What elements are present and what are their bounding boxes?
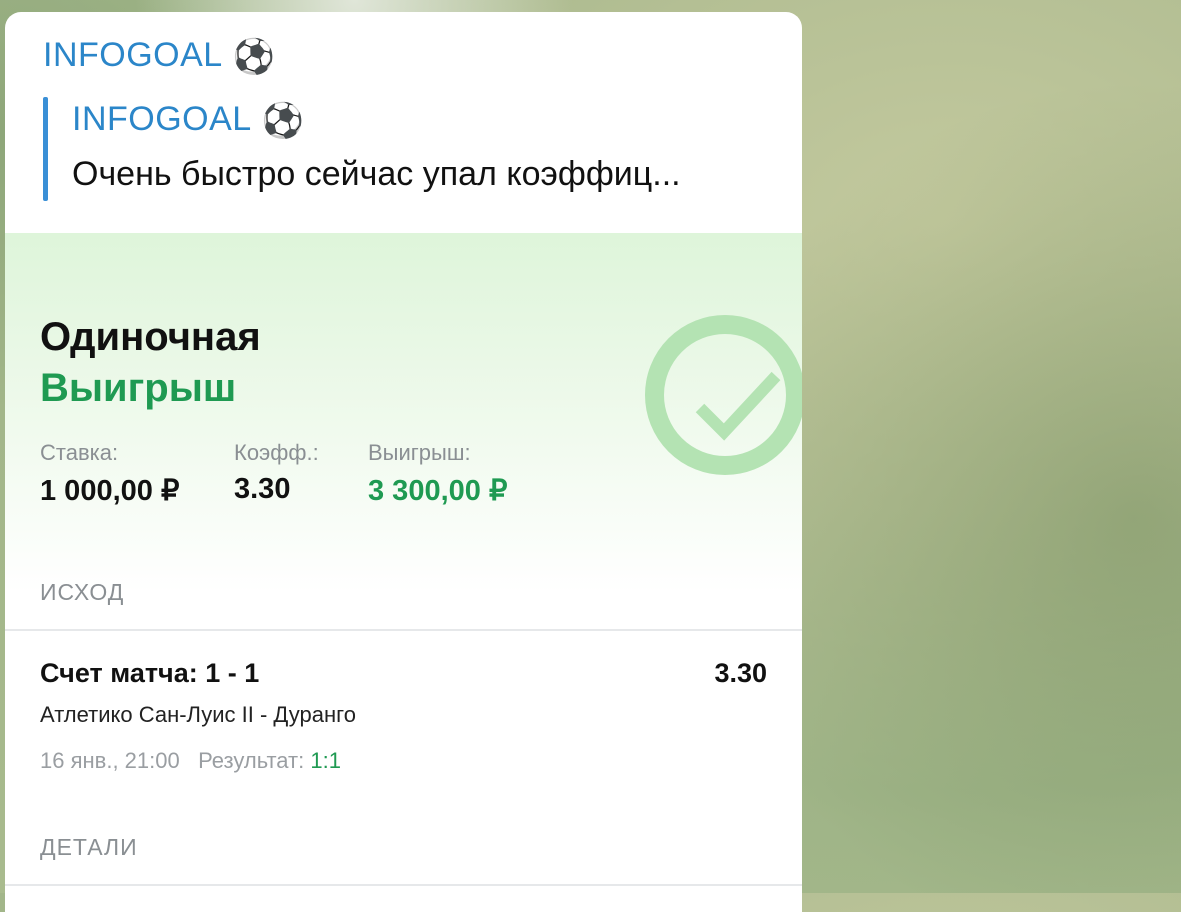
soccer-ball-icon: ⚽ xyxy=(232,38,276,76)
checkmark-icon xyxy=(695,371,781,441)
odds-label: Коэфф.: xyxy=(234,440,319,465)
result-label: Результат: xyxy=(198,748,305,773)
sender-name-text[interactable]: INFOGOAL xyxy=(43,36,223,74)
stake-label: Ставка: xyxy=(40,440,119,465)
odds-value: 3.30 xyxy=(234,473,291,505)
reply-sender: INFOGOAL ⚽ xyxy=(72,100,305,141)
bet-status: Выигрыш xyxy=(40,366,237,410)
match-datetime: 16 янв., 21:00 xyxy=(40,748,180,773)
bet-type: Одиночная xyxy=(40,315,261,359)
sender-name[interactable]: INFOGOAL ⚽ xyxy=(43,36,276,77)
bet-summary: Одиночная Выигрыш Ставка: 1 000,00 ₽ Коэ… xyxy=(5,233,802,593)
reply-sender-text: INFOGOAL xyxy=(72,100,252,138)
win-value: 3 300,00 ₽ xyxy=(368,475,508,507)
match-name: Атлетико Сан-Луис II - Дуранго xyxy=(40,702,356,727)
divider xyxy=(5,884,802,886)
stake-value: 1 000,00 ₽ xyxy=(40,475,180,507)
divider xyxy=(5,629,802,631)
match-meta: 16 янв., 21:00 Результат: 1:1 xyxy=(40,748,341,774)
outcome-title: Счет матча: 1 - 1 xyxy=(40,658,260,688)
reply-quote-bar xyxy=(43,97,48,201)
outcome-odds: 3.30 xyxy=(714,658,767,688)
details-section-title: ДЕТАЛИ xyxy=(40,834,138,860)
outcome-section-title: ИСХОД xyxy=(40,579,125,605)
check-circle-icon xyxy=(645,315,802,475)
result-value: 1:1 xyxy=(310,748,341,773)
soccer-ball-icon: ⚽ xyxy=(261,102,305,140)
win-label: Выигрыш: xyxy=(368,440,471,465)
reply-text: Очень быстро сейчас упал коэффиц... xyxy=(72,155,681,193)
message-bubble[interactable]: INFOGOAL ⚽ INFOGOAL ⚽ Очень быстро сейчас … xyxy=(5,12,802,912)
